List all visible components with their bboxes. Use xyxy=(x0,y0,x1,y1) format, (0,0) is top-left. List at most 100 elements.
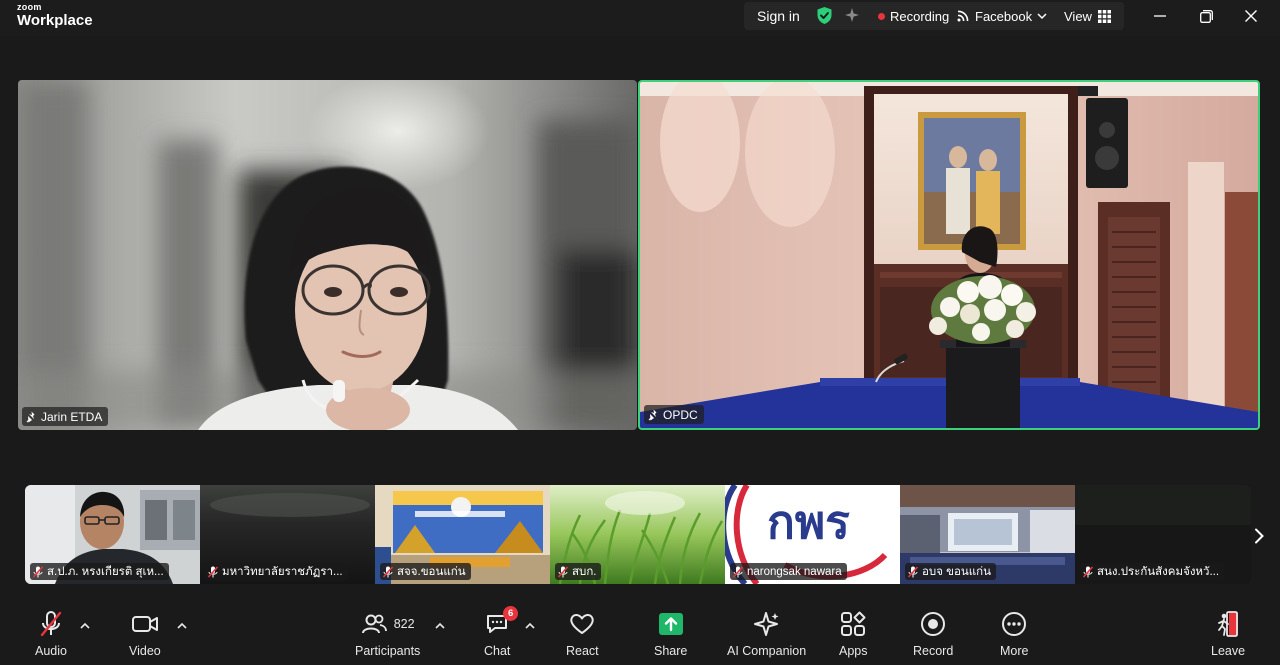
mic-muted-icon xyxy=(208,565,218,578)
mic-muted-icon xyxy=(733,565,743,578)
apps-button[interactable]: Apps xyxy=(839,609,868,658)
leave-label: Leave xyxy=(1211,644,1246,658)
thumbnail-name: สจจ.ขอนแก่น xyxy=(397,565,466,578)
recording-indicator[interactable]: Recording xyxy=(878,9,949,24)
live-stream-icon xyxy=(957,10,969,22)
mic-muted-icon xyxy=(908,565,918,578)
react-button[interactable]: React xyxy=(566,609,599,658)
thumbnail-name: สนง.ประกันสังคมจังหวั... xyxy=(1097,565,1220,578)
participants-options-caret[interactable] xyxy=(434,619,446,631)
heart-icon xyxy=(569,609,595,639)
thumbnail-tile[interactable]: กพร narongsak nawara xyxy=(725,485,900,584)
security-shield-icon[interactable] xyxy=(816,6,833,30)
participant-video-opdc xyxy=(640,82,1258,428)
record-button[interactable]: Record xyxy=(913,609,953,658)
record-dot-icon xyxy=(878,12,885,20)
thumbnail-label: ส.ป.ภ. หรงเกียรติ สุเห... xyxy=(30,563,169,580)
more-dots-icon xyxy=(1001,609,1027,639)
audio-label: Audio xyxy=(35,644,67,658)
chat-button[interactable]: 6 Chat xyxy=(484,606,519,658)
thumbnail-tile[interactable]: สจจ.ขอนแก่น xyxy=(375,485,550,584)
thumb-logo-text: กพร xyxy=(767,495,850,549)
chevron-right-icon xyxy=(1255,528,1264,544)
thumbnail-tile[interactable]: อบจ ขอนแก่น xyxy=(900,485,1075,584)
participants-label: Participants xyxy=(355,644,421,658)
participant-name-jarin: Jarin ETDA xyxy=(41,409,103,424)
record-icon xyxy=(920,609,946,639)
mic-muted-icon xyxy=(1083,565,1093,578)
ai-sparkle-icon xyxy=(753,609,781,639)
video-label: Video xyxy=(129,644,161,658)
audio-options-caret[interactable] xyxy=(79,619,91,631)
muted-pin-icon xyxy=(648,409,657,420)
chevron-up-icon xyxy=(80,622,90,629)
video-options-caret[interactable] xyxy=(176,619,188,631)
thumbnail-label: สนง.ประกันสังคมจังหวั... xyxy=(1080,563,1225,580)
thumbnail-name: อบจ ขอนแก่น xyxy=(922,565,992,578)
ai-companion-button[interactable]: AI Companion xyxy=(727,609,806,658)
ai-sparkle-icon[interactable] xyxy=(844,7,860,28)
maximize-button[interactable] xyxy=(1196,6,1216,26)
chevron-up-icon xyxy=(525,622,535,629)
participants-icon xyxy=(361,614,387,634)
more-button[interactable]: More xyxy=(1000,609,1028,658)
share-label: Share xyxy=(654,644,688,658)
thumbnail-label: narongsak nawara xyxy=(730,563,847,580)
leave-door-icon xyxy=(1215,609,1241,639)
thumbnail-tile[interactable]: สนง.ประกันสังคมจังหวั... xyxy=(1075,485,1251,584)
apps-label: Apps xyxy=(839,644,868,658)
chevron-up-icon xyxy=(177,622,187,629)
chat-options-caret[interactable] xyxy=(524,619,536,631)
thumbnail-name: narongsak nawara xyxy=(747,565,842,578)
brand-zoom: zoom xyxy=(17,2,42,12)
chevron-down-icon xyxy=(1037,13,1047,20)
video-camera-icon xyxy=(131,609,159,639)
thumbnail-tile[interactable]: ส.ป.ภ. หรงเกียรติ สุเห... xyxy=(25,485,200,584)
facebook-live-dropdown[interactable]: Facebook xyxy=(956,9,1047,24)
video-tile-jarin[interactable]: Jarin ETDA xyxy=(18,80,637,430)
name-tag-opdc: OPDC xyxy=(644,405,704,424)
app-logo: zoom Workplace xyxy=(17,2,93,29)
mic-muted-icon xyxy=(33,565,43,578)
video-button[interactable]: Video xyxy=(129,609,161,658)
chat-label: Chat xyxy=(484,644,511,658)
chat-unread-badge: 6 xyxy=(503,606,519,621)
title-bar: zoom Workplace Sign in Recording Faceboo… xyxy=(0,0,1280,36)
thumbnail-tile[interactable]: สบก. xyxy=(550,485,725,584)
recording-label: Recording xyxy=(890,8,950,24)
thumbnail-label: อบจ ขอนแก่น xyxy=(905,563,997,580)
next-page-button[interactable] xyxy=(1250,524,1268,548)
thumbnail-label: มหาวิทยาลัยราชภัฏรา... xyxy=(205,563,348,580)
close-icon xyxy=(1245,10,1257,22)
leave-button[interactable]: Leave xyxy=(1211,609,1245,658)
thumbnail-label: สบก. xyxy=(555,563,602,580)
muted-pin-icon xyxy=(26,411,35,422)
thumbnail-label: สจจ.ขอนแก่น xyxy=(380,563,471,580)
participant-thumbnail-strip: ส.ป.ภ. หรงเกียรติ สุเห... มหาวิทยาลัยราช… xyxy=(25,485,1251,584)
participant-video-jarin xyxy=(18,80,637,430)
thumbnail-name: ส.ป.ภ. หรงเกียรติ สุเห... xyxy=(47,565,164,578)
audio-button[interactable]: Audio xyxy=(35,609,67,658)
thumbnail-name: สบก. xyxy=(572,565,597,578)
minimize-icon xyxy=(1154,15,1166,17)
thumbnail-name: มหาวิทยาลัยราชภัฏรา... xyxy=(222,565,343,578)
participant-count: 822 xyxy=(393,617,415,631)
grid-view-icon xyxy=(1097,9,1111,23)
sign-in-button[interactable]: Sign in xyxy=(757,8,800,24)
title-bar-controls: Sign in Recording Facebook View xyxy=(744,2,1124,30)
view-button[interactable]: View xyxy=(1064,9,1111,24)
facebook-label: Facebook xyxy=(975,8,1033,24)
mic-muted-icon xyxy=(383,565,393,578)
mic-muted-icon xyxy=(558,565,568,578)
zoom-meeting-window: zoom Workplace Sign in Recording Faceboo… xyxy=(0,0,1280,665)
name-tag-jarin: Jarin ETDA xyxy=(22,407,109,426)
react-label: React xyxy=(566,644,599,658)
share-screen-icon xyxy=(658,609,684,639)
minimize-button[interactable] xyxy=(1150,6,1170,26)
close-button[interactable] xyxy=(1241,6,1261,26)
thumbnail-tile[interactable]: มหาวิทยาลัยราชภัฏรา... xyxy=(200,485,375,584)
video-tile-opdc[interactable]: OPDC xyxy=(638,80,1260,430)
share-button[interactable]: Share xyxy=(654,609,687,658)
participants-button[interactable]: 822 Participants xyxy=(355,609,420,658)
more-label: More xyxy=(1000,644,1029,658)
